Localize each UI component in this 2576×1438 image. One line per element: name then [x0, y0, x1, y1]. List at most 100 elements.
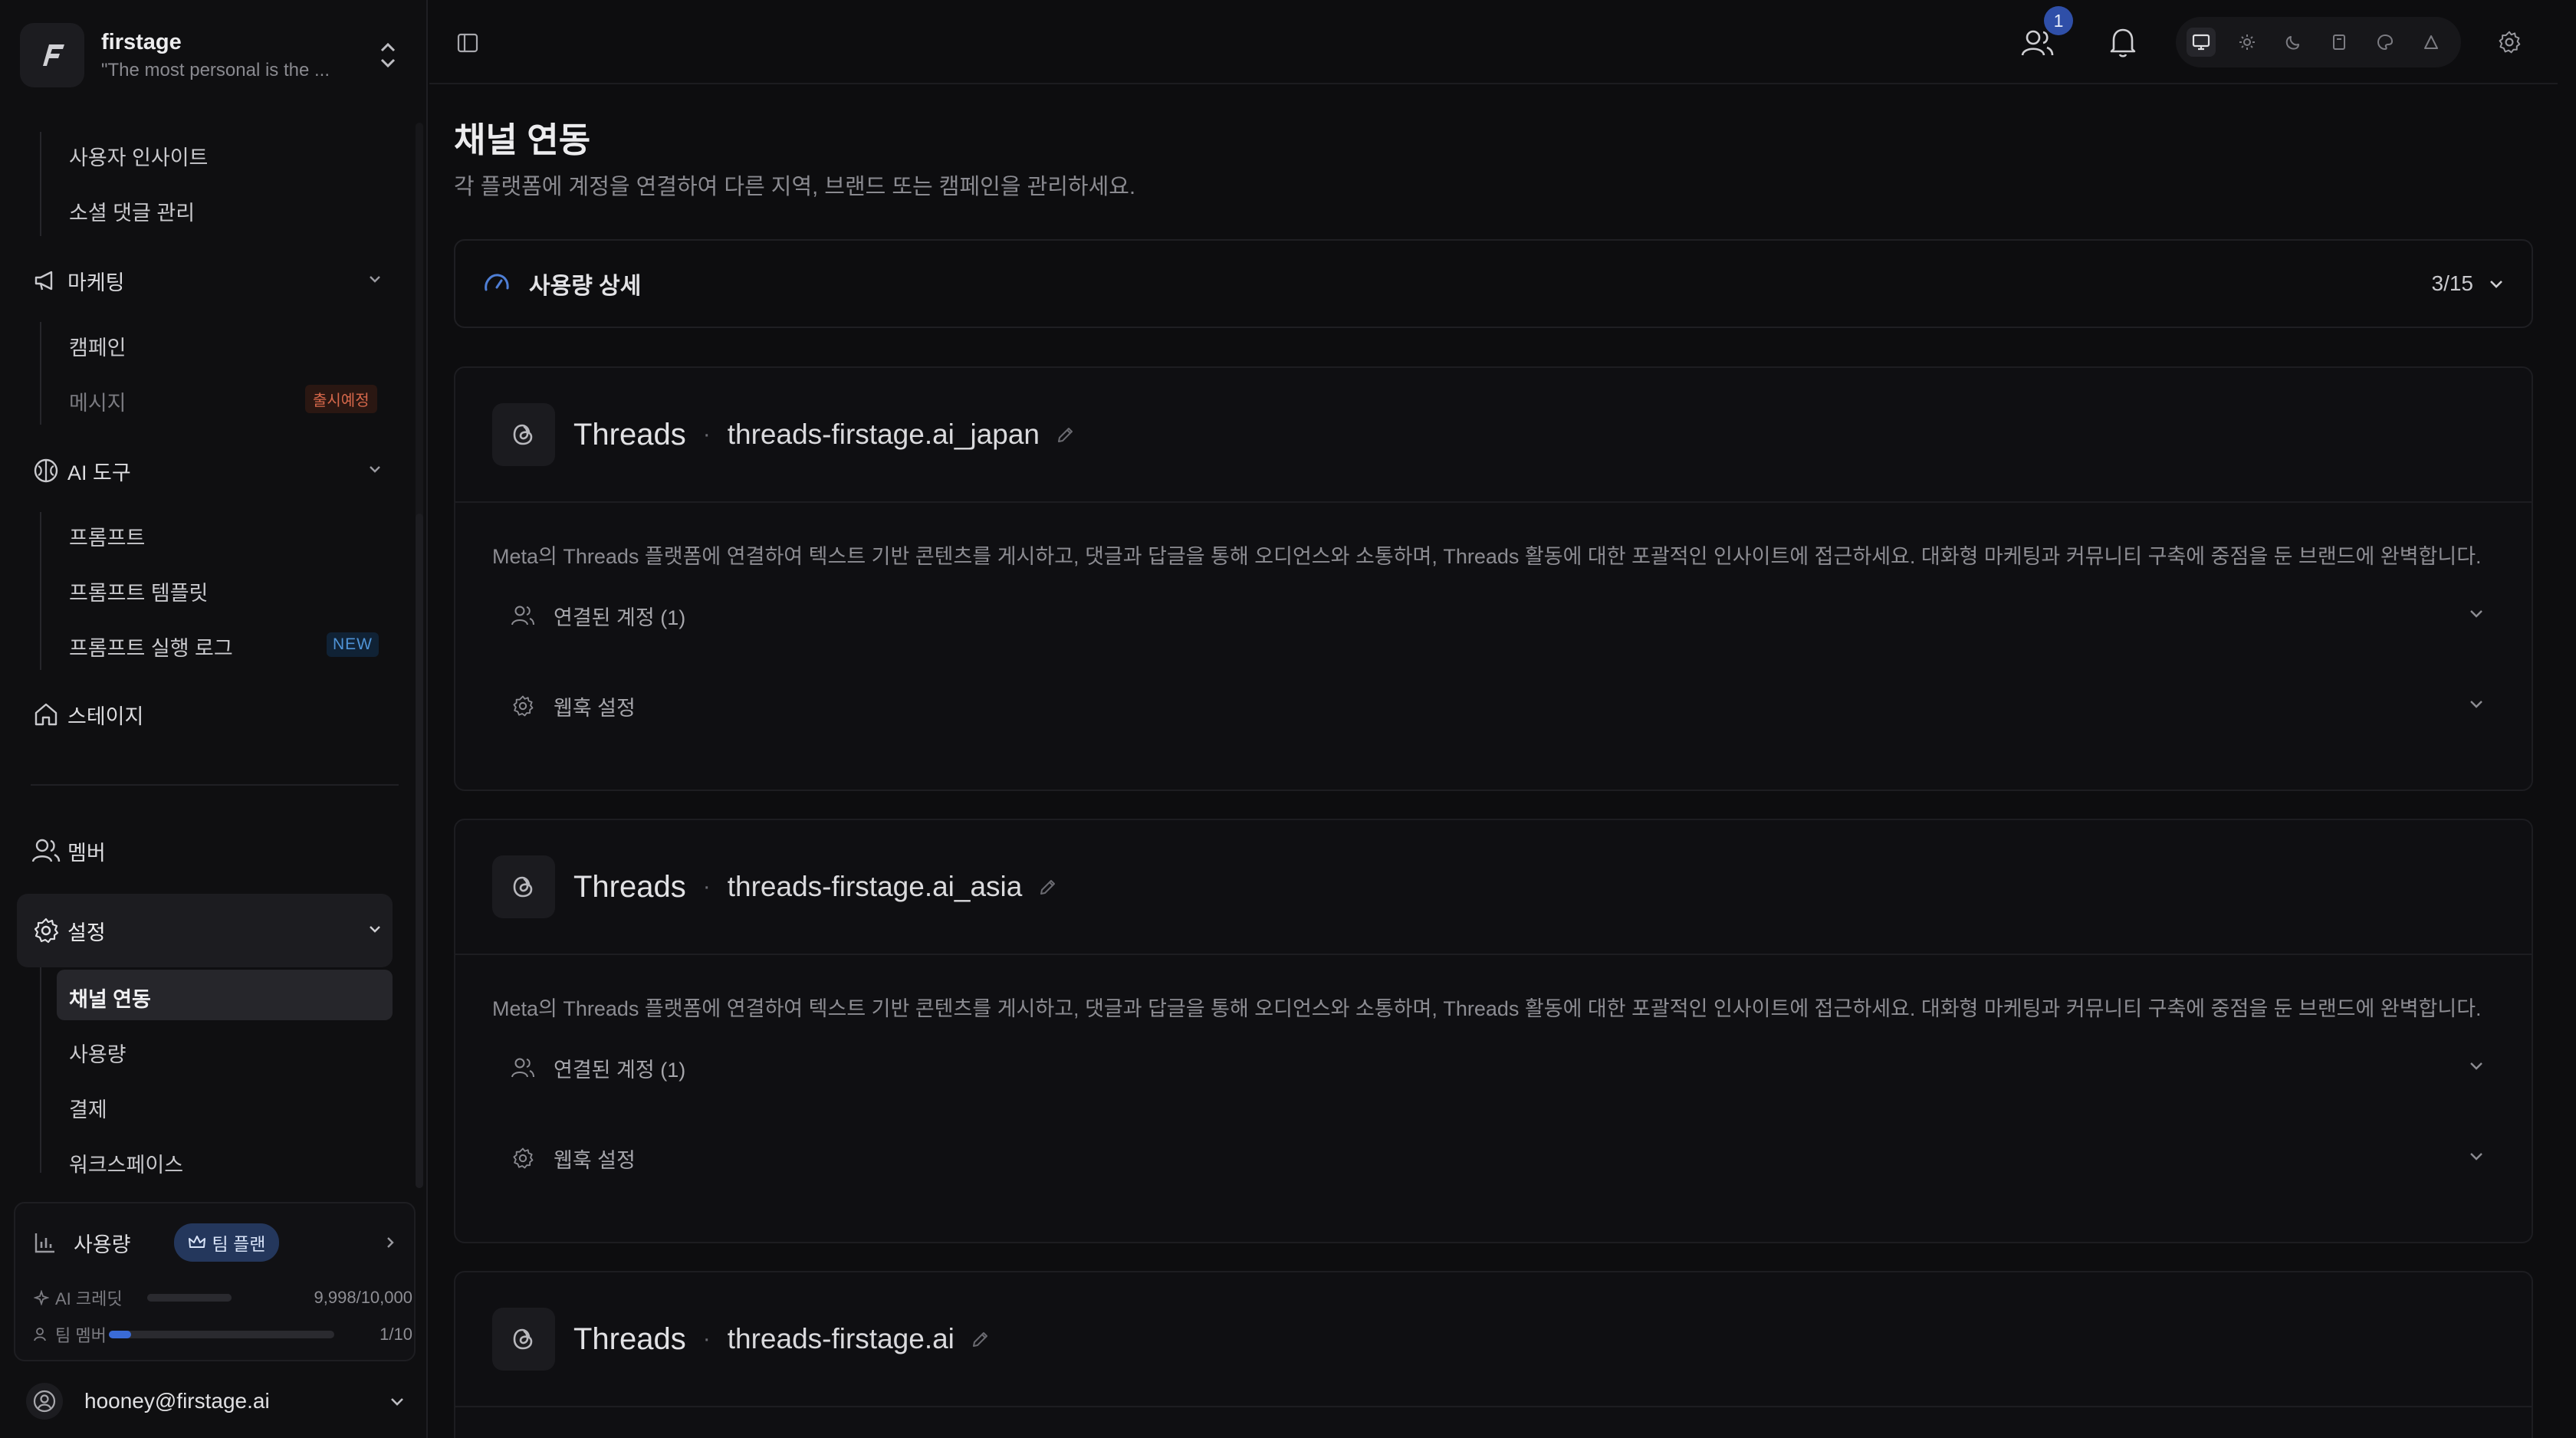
workspace-name: firstage — [101, 29, 182, 54]
team-member-value: 1/10 — [380, 1325, 412, 1344]
separator-dot: · — [702, 1326, 711, 1351]
moon-icon[interactable] — [2279, 28, 2308, 57]
sparkle-icon — [34, 1290, 49, 1305]
sidebar-item-stage[interactable]: 스테이지 — [31, 691, 383, 737]
channel-card: Threads · threads-firstage.ai_japan Meta… — [454, 366, 2533, 791]
chevron-down-icon — [366, 269, 383, 293]
brain-icon — [31, 455, 61, 486]
chevron-down-icon — [2467, 604, 2486, 628]
bell-icon[interactable] — [2105, 25, 2141, 60]
monitor-icon[interactable] — [2187, 28, 2216, 57]
team-member-row: 팀 멤버 1/10 — [34, 1323, 412, 1346]
page-description: 각 플랫폼에 계정을 연결하여 다른 지역, 브랜드 또는 캠페인을 관리하세요… — [454, 175, 1136, 199]
coming-soon-badge: 출시예정 — [305, 385, 377, 413]
sidebar-group-settings[interactable]: 설정 — [31, 908, 383, 954]
ai-credit-label: AI 크레딧 — [55, 1289, 123, 1308]
chevron-down-icon — [2487, 274, 2505, 293]
threads-icon — [492, 403, 555, 466]
notification-count-badge: 1 — [2044, 6, 2073, 35]
sidebar-item-campaign[interactable]: 캠페인 — [69, 331, 127, 361]
connected-accounts-label: 연결된 계정 (1) — [554, 606, 686, 629]
sun-icon[interactable] — [2233, 28, 2262, 57]
triangle-icon[interactable] — [2417, 28, 2446, 57]
sidebar-scrollbar[interactable] — [416, 514, 423, 1188]
separator-dot: · — [702, 422, 711, 447]
sidebar-item-prompt-logs[interactable]: 프롬프트 실행 로그 — [69, 632, 233, 662]
sidebar-toggle-icon[interactable] — [452, 28, 483, 58]
gear-icon — [509, 1144, 537, 1172]
pencil-icon[interactable] — [970, 1328, 991, 1350]
channel-account-name: threads-firstage.ai — [727, 1323, 955, 1354]
sidebar-item-messages[interactable]: 메시지 — [69, 386, 127, 416]
webhook-settings-label: 웹훅 설정 — [554, 696, 636, 720]
sidebar: firstage "The most personal is the ... 사… — [0, 0, 428, 1438]
chevron-right-icon — [382, 1234, 399, 1251]
new-badge: NEW — [327, 632, 379, 657]
webhook-settings-toggle[interactable]: 웹훅 설정 — [455, 660, 2532, 752]
workspace-logo — [20, 23, 84, 87]
tree-line — [40, 322, 41, 425]
usage-detail-panel[interactable]: 사용량 상세 3/15 — [454, 239, 2533, 328]
sidebar-item-user-insights[interactable]: 사용자 인사이트 — [69, 141, 208, 171]
tree-line — [40, 132, 41, 236]
chevron-down-icon — [2467, 1147, 2486, 1170]
gear-icon — [31, 915, 61, 946]
main-scrollbar[interactable] — [2558, 0, 2576, 1438]
usage-detail-count: 3/15 — [2431, 271, 2474, 295]
book-icon[interactable] — [2325, 28, 2354, 57]
gauge-icon — [481, 268, 512, 299]
sidebar-item-social-comments[interactable]: 소셜 댓글 관리 — [69, 196, 195, 226]
workspace-switcher[interactable]: firstage "The most personal is the ... — [20, 20, 403, 90]
team-member-label: 팀 멤버 — [55, 1326, 107, 1345]
webhook-settings-toggle[interactable]: 웹훅 설정 — [455, 1112, 2532, 1204]
gear-icon — [509, 692, 537, 720]
webhook-settings-label: 웹훅 설정 — [554, 1148, 636, 1172]
channel-card: Threads · threads-firstage.ai — [454, 1271, 2533, 1438]
usage-detail-label: 사용량 상세 — [529, 274, 642, 299]
plan-label: 팀 플랜 — [212, 1234, 266, 1254]
connected-accounts-toggle[interactable]: 연결된 계정 (1) — [455, 570, 2532, 662]
sidebar-item-workspace[interactable]: 워크스페이스 — [69, 1148, 183, 1178]
user-menu[interactable]: hooney@firstage.ai — [26, 1378, 406, 1424]
chevron-down-icon — [2467, 1056, 2486, 1080]
channel-account-name: threads-firstage.ai_japan — [727, 419, 1040, 450]
chevron-down-icon — [388, 1392, 406, 1410]
settings-gear-icon[interactable] — [2493, 26, 2525, 58]
sidebar-item-members[interactable]: 멤버 — [31, 828, 383, 874]
bar-chart-icon — [34, 1231, 57, 1254]
tree-line — [40, 967, 41, 1173]
channel-description: Meta의 Threads 플랫폼에 연결하여 텍스트 기반 콘텐츠를 게시하고… — [492, 545, 2482, 568]
channel-account-name: threads-firstage.ai_asia — [727, 871, 1023, 902]
avatar — [26, 1383, 63, 1420]
tree-line — [40, 512, 41, 670]
theme-switcher — [2176, 17, 2461, 67]
sidebar-item-label: 스테이지 — [67, 704, 144, 728]
palette-icon[interactable] — [2371, 28, 2400, 57]
pencil-icon[interactable] — [1055, 424, 1076, 445]
connected-accounts-toggle[interactable]: 연결된 계정 (1) — [455, 1022, 2532, 1114]
channel-card: Threads · threads-firstage.ai_asia Meta의… — [454, 819, 2533, 1243]
page-title: 채널 연동 — [454, 120, 591, 159]
sidebar-divider — [31, 784, 399, 786]
sidebar-item-usage[interactable]: 사용량 — [69, 1038, 127, 1068]
pencil-icon[interactable] — [1037, 876, 1059, 898]
sidebar-group-ai-tools[interactable]: AI 도구 — [31, 448, 383, 494]
sidebar-item-channel-integration[interactable]: 채널 연동 — [69, 983, 151, 1013]
chevron-down-icon — [366, 919, 383, 943]
sidebar-group-label: 설정 — [67, 921, 106, 944]
sidebar-group-label: AI 도구 — [67, 461, 131, 484]
sidebar-item-label: 멤버 — [67, 841, 106, 865]
channel-description: Meta의 Threads 플랫폼에 연결하여 텍스트 기반 콘텐츠를 게시하고… — [492, 997, 2482, 1020]
chevron-down-icon — [366, 459, 383, 483]
sidebar-item-billing[interactable]: 결제 — [69, 1093, 107, 1123]
sidebar-item-prompt-templates[interactable]: 프롬프트 템플릿 — [69, 576, 208, 606]
usage-card[interactable]: 사용량 팀 플랜 AI 크레딧 9,998/10,000 팀 멤버 1/10 — [14, 1202, 416, 1361]
sidebar-item-prompts[interactable]: 프롬프트 — [69, 521, 145, 551]
user-email: hooney@firstage.ai — [84, 1389, 270, 1413]
users-icon — [34, 1327, 49, 1342]
sidebar-group-marketing[interactable]: 마케팅 — [31, 258, 383, 304]
plan-badge: 팀 플랜 — [173, 1223, 280, 1262]
chevron-updown-icon[interactable] — [373, 32, 403, 78]
ai-credit-row: AI 크레딧 9,998/10,000 — [34, 1286, 412, 1309]
ai-credit-bar — [147, 1294, 232, 1302]
